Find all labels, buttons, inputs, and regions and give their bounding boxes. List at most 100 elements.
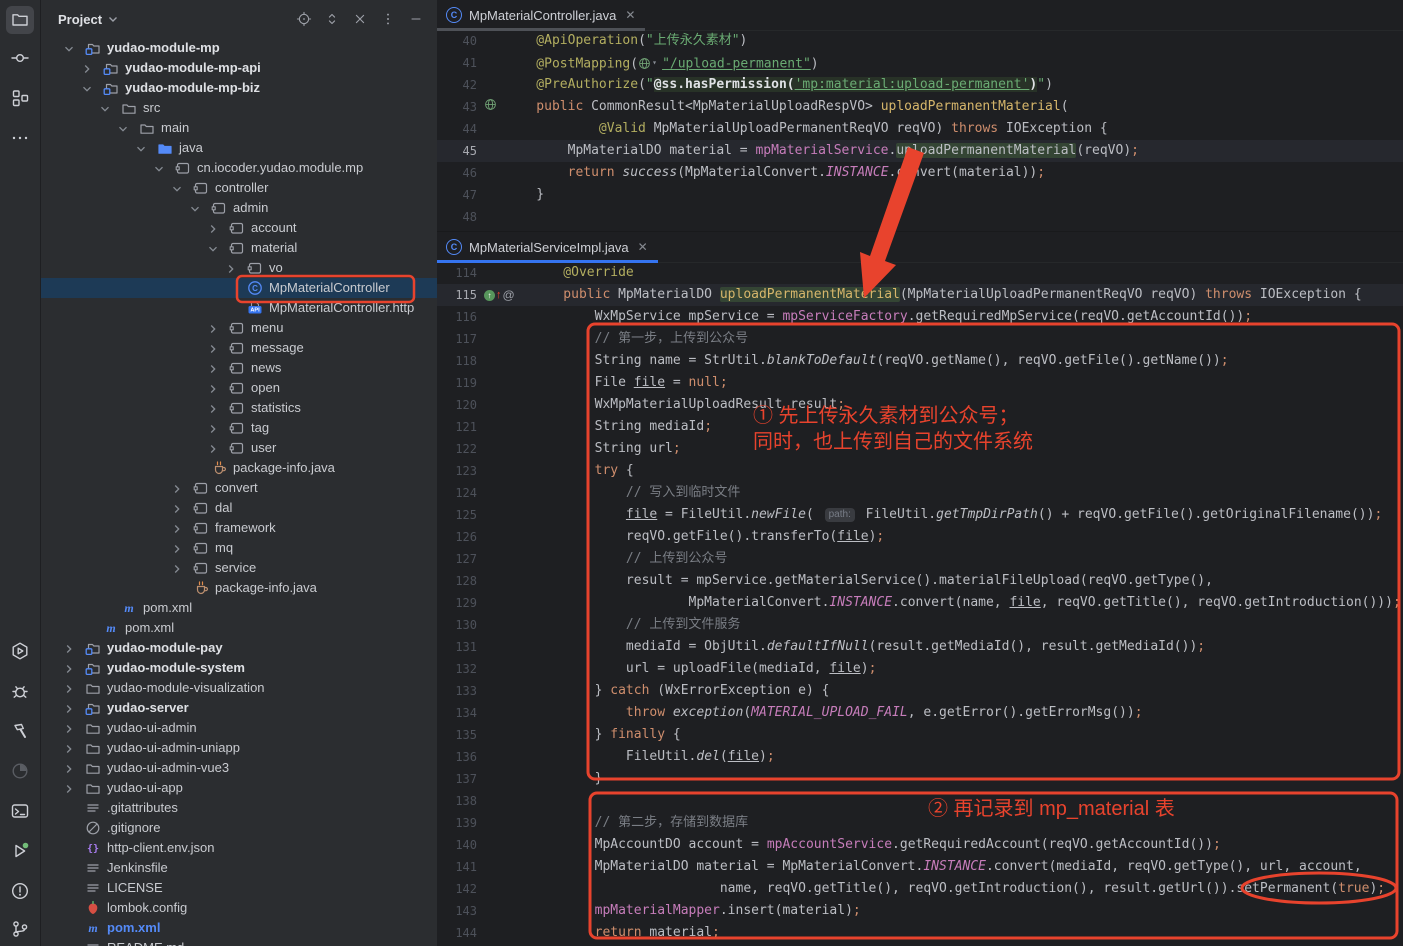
tree-item-license[interactable]: LICENSE — [41, 878, 437, 898]
code-line-133[interactable]: 133 } catch (WxErrorException e) { — [437, 680, 1403, 702]
code-line-119[interactable]: 119 File file = null; — [437, 372, 1403, 394]
chevron-right-icon[interactable] — [207, 442, 219, 454]
chevron-right-icon[interactable] — [63, 722, 75, 734]
code-line-134[interactable]: 134 throw exception(MATERIAL_UPLOAD_FAIL… — [437, 702, 1403, 724]
tab-mpmaterialserviceimpl-java[interactable]: C MpMaterialServiceImpl.java ✕ — [437, 232, 658, 262]
tool-debug-icon[interactable] — [6, 677, 34, 705]
tool-services-icon[interactable] — [6, 637, 34, 665]
chevron-right-icon[interactable] — [225, 262, 237, 274]
code-line-127[interactable]: 127 // 上传到公众号 — [437, 548, 1403, 570]
code-line-123[interactable]: 123 try { — [437, 460, 1403, 482]
code-line-131[interactable]: 131 mediaId = ObjUtil.defaultIfNull(resu… — [437, 636, 1403, 658]
tool-run-icon[interactable] — [6, 837, 34, 865]
code-line-126[interactable]: 126 reqVO.getFile().transferTo(file); — [437, 526, 1403, 548]
tree-item-user[interactable]: user — [41, 438, 437, 458]
chevron-down-icon[interactable] — [171, 182, 183, 194]
chevron-right-icon[interactable] — [63, 682, 75, 694]
tree-item-yudao-module-pay[interactable]: yudao-module-pay — [41, 638, 437, 658]
chevron-down-icon[interactable] — [99, 102, 111, 114]
chevron-right-icon[interactable] — [63, 762, 75, 774]
code-line-114[interactable]: 114 @Override — [437, 262, 1403, 284]
tool-problems-icon[interactable] — [6, 877, 34, 905]
tree-item-lombok-config[interactable]: lombok.config — [41, 898, 437, 918]
tree-item-news[interactable]: news — [41, 358, 437, 378]
code-line-139[interactable]: 139 // 第二步，存储到数据库 — [437, 812, 1403, 834]
tree-item-http-client-env-json[interactable]: {}http-client.env.json — [41, 838, 437, 858]
code-line-47[interactable]: 47 } — [437, 184, 1403, 206]
options-icon[interactable] — [377, 8, 399, 30]
chevron-right-icon[interactable] — [63, 662, 75, 674]
tool-structure-icon[interactable] — [6, 84, 34, 112]
tree-item-statistics[interactable]: statistics — [41, 398, 437, 418]
tree-item-mpmaterialcontroller-http[interactable]: APIMpMaterialController.http — [41, 298, 437, 318]
code-line-41[interactable]: 41 @PostMapping(▾"/upload-permanent") — [437, 52, 1403, 74]
code-line-129[interactable]: 129 MpMaterialConvert.INSTANCE.convert(n… — [437, 592, 1403, 614]
tree-item-yudao-ui-app[interactable]: yudao-ui-app — [41, 778, 437, 798]
tool-profiler-icon[interactable] — [6, 757, 34, 785]
code-line-138[interactable]: 138 — [437, 790, 1403, 812]
code-line-124[interactable]: 124 // 写入到临时文件 — [437, 482, 1403, 504]
chevron-right-icon[interactable] — [63, 782, 75, 794]
code-line-122[interactable]: 122 String url; — [437, 438, 1403, 460]
code-line-44[interactable]: 44 @Valid MpMaterialUploadPermanentReqVO… — [437, 118, 1403, 140]
tool-build-icon[interactable] — [6, 717, 34, 745]
chevron-down-icon[interactable] — [153, 162, 165, 174]
tree-item-package-info-java[interactable]: package-info.java — [41, 458, 437, 478]
chevron-right-icon[interactable] — [207, 342, 219, 354]
code-area-bottom[interactable]: 114 @Override115↑↑@ public MpMaterialDO … — [437, 262, 1403, 946]
tree-item-yudao-module-mp-biz[interactable]: yudao-module-mp-biz — [41, 78, 437, 98]
chevron-down-icon[interactable] — [135, 142, 147, 154]
tree-item-controller[interactable]: controller — [41, 178, 437, 198]
code-line-118[interactable]: 118 String name = StrUtil.blankToDefault… — [437, 350, 1403, 372]
code-line-48[interactable]: 48 — [437, 206, 1403, 228]
tree-item-cn-iocoder-yudao-module-mp[interactable]: cn.iocoder.yudao.module.mp — [41, 158, 437, 178]
code-line-120[interactable]: 120 WxMpMaterialUploadResult result; — [437, 394, 1403, 416]
code-line-142[interactable]: 142 name, reqVO.getTitle(), reqVO.getInt… — [437, 878, 1403, 900]
tree-item--gitattributes[interactable]: .gitattributes — [41, 798, 437, 818]
collapse-all-icon[interactable] — [349, 8, 371, 30]
tree-item-java[interactable]: java — [41, 138, 437, 158]
tree-item-yudao-module-system[interactable]: yudao-module-system — [41, 658, 437, 678]
tree-item-open[interactable]: open — [41, 378, 437, 398]
chevron-right-icon[interactable] — [171, 502, 183, 514]
code-line-46[interactable]: 46 return success(MpMaterialConvert.INST… — [437, 162, 1403, 184]
chevron-right-icon[interactable] — [81, 62, 93, 74]
project-title-dropdown[interactable]: Project — [58, 12, 119, 27]
close-icon[interactable]: ✕ — [623, 8, 635, 22]
code-line-130[interactable]: 130 // 上传到文件服务 — [437, 614, 1403, 636]
code-line-115[interactable]: 115↑↑@ public MpMaterialDO uploadPermane… — [437, 284, 1403, 306]
tree-item-yudao-ui-admin-vue3[interactable]: yudao-ui-admin-vue3 — [41, 758, 437, 778]
chevron-right-icon[interactable] — [171, 542, 183, 554]
locate-icon[interactable] — [293, 8, 315, 30]
tree-item-package-info-java[interactable]: package-info.java — [41, 578, 437, 598]
chevron-right-icon[interactable] — [63, 742, 75, 754]
tree-item-vo[interactable]: vo — [41, 258, 437, 278]
code-line-43[interactable]: 43 public CommonResult<MpMaterialUploadR… — [437, 96, 1403, 118]
chevron-right-icon[interactable] — [207, 322, 219, 334]
code-line-132[interactable]: 132 url = uploadFile(mediaId, file); — [437, 658, 1403, 680]
tree-item--gitignore[interactable]: .gitignore — [41, 818, 437, 838]
tree-item-service[interactable]: service — [41, 558, 437, 578]
tree-item-pom-xml[interactable]: mpom.xml — [41, 618, 437, 638]
chevron-right-icon[interactable] — [63, 642, 75, 654]
tree-item-pom-xml[interactable]: mpom.xml — [41, 918, 437, 938]
tree-item-menu[interactable]: menu — [41, 318, 437, 338]
chevron-down-icon[interactable] — [189, 202, 201, 214]
tree-item-src[interactable]: src — [41, 98, 437, 118]
code-line-40[interactable]: 40 @ApiOperation("上传永久素材") — [437, 30, 1403, 52]
code-area-top[interactable]: 40 @ApiOperation("上传永久素材")41 @PostMappin… — [437, 30, 1403, 230]
tree-item-pom-xml[interactable]: mpom.xml — [41, 598, 437, 618]
code-line-117[interactable]: 117 // 第一步，上传到公众号 — [437, 328, 1403, 350]
expand-collapse-icon[interactable] — [321, 8, 343, 30]
tool-terminal-icon[interactable] — [6, 797, 34, 825]
chevron-right-icon[interactable] — [63, 702, 75, 714]
code-line-125[interactable]: 125 file = FileUtil.newFile( path: FileU… — [437, 504, 1403, 526]
code-line-45[interactable]: 45 MpMaterialDO material = mpMaterialSer… — [437, 140, 1403, 162]
code-line-135[interactable]: 135 } finally { — [437, 724, 1403, 746]
chevron-right-icon[interactable] — [171, 562, 183, 574]
close-icon[interactable]: ✕ — [636, 240, 648, 254]
chevron-down-icon[interactable] — [117, 122, 129, 134]
chevron-right-icon[interactable] — [207, 402, 219, 414]
tool-commit-icon[interactable] — [6, 44, 34, 72]
tree-item-mq[interactable]: mq — [41, 538, 437, 558]
